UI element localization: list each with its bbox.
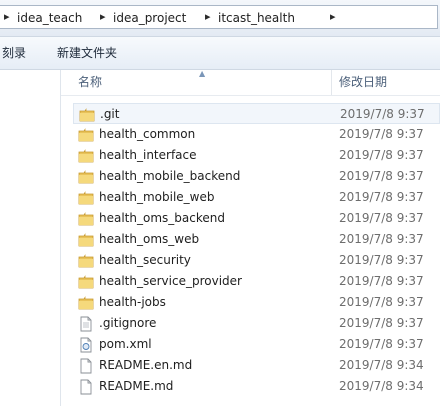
file-name: health_mobile_web [99,190,215,204]
file-date: 2019/7/8 9:34 [339,379,424,393]
breadcrumb[interactable]: ▸ idea_teach ▸ idea_project ▸ itcast_hea… [0,5,438,29]
file-row[interactable]: .gitignore 2019/7/8 9:37 [73,313,440,334]
address-bar: ▸ idea_teach ▸ idea_project ▸ itcast_hea… [0,0,440,37]
file-name: health_oms_web [99,232,200,246]
folder-icon [78,233,94,247]
file-name: README.en.md [99,358,193,372]
column-modified[interactable]: 修改日期 [339,74,387,90]
toolbar: 刻录 新建文件夹 [0,37,440,70]
file-date: 2019/7/8 9:37 [339,211,424,225]
file-name: health_oms_backend [99,211,225,225]
folder-icon [78,149,94,163]
chevron-right-icon[interactable]: ▸ [4,8,10,26]
chevron-right-icon[interactable]: ▸ [330,8,336,26]
sort-ascending-icon: ▲ [199,69,206,78]
file-name: README.md [99,379,174,393]
chevron-right-icon[interactable]: ▸ [100,8,106,26]
file-name: .git [100,107,120,121]
folder-icon [79,108,95,122]
file-row[interactable]: health_service_provider 2019/7/8 9:37 [73,271,440,292]
file-name: health_mobile_backend [99,169,241,183]
file-name: .gitignore [99,316,157,330]
file-row[interactable]: health_security 2019/7/8 9:37 [73,250,440,271]
file-name: health_security [99,253,191,267]
file-date: 2019/7/8 9:37 [339,274,424,288]
column-name[interactable]: 名称 [78,74,102,90]
file-row[interactable]: health_mobile_web 2019/7/8 9:37 [73,187,440,208]
folder-icon [78,296,94,310]
breadcrumb-item-idea-teach[interactable]: idea_teach [17,9,82,27]
file-row[interactable]: README.en.md 2019/7/8 9:34 [73,355,440,376]
file-name: health_service_provider [99,274,242,288]
folder-icon [78,128,94,142]
column-divider[interactable] [331,70,332,95]
file-row[interactable]: health_common 2019/7/8 9:37 [73,124,440,145]
new-folder-button[interactable]: 新建文件夹 [57,44,117,62]
markdown-file-icon [80,358,92,374]
file-row[interactable]: health_oms_backend 2019/7/8 9:37 [73,208,440,229]
file-date: 2019/7/8 9:34 [339,358,424,372]
folder-icon [78,191,94,205]
markdown-file-icon [80,379,92,395]
file-date: 2019/7/8 9:37 [339,148,424,162]
file-row[interactable]: health_oms_web 2019/7/8 9:37 [73,229,440,250]
file-name: health_interface [99,148,197,162]
file-row[interactable]: health-jobs 2019/7/8 9:37 [73,292,440,313]
breadcrumb-item-idea-project[interactable]: idea_project [113,9,186,27]
file-date: 2019/7/8 9:37 [339,127,424,141]
file-date: 2019/7/8 9:37 [339,169,424,183]
file-date: 2019/7/8 9:37 [339,190,424,204]
file-date: 2019/7/8 9:37 [339,232,424,246]
file-date: 2019/7/8 9:37 [340,107,425,121]
file-row[interactable]: pom.xml 2019/7/8 9:37 [73,334,440,355]
folder-icon [78,275,94,289]
file-row[interactable]: health_mobile_backend 2019/7/8 9:37 [73,166,440,187]
file-row[interactable]: README.md 2019/7/8 9:34 [73,376,440,397]
file-row[interactable]: health_interface 2019/7/8 9:37 [73,145,440,166]
file-name: health_common [99,127,196,141]
xml-file-icon [80,337,92,353]
folder-icon [78,212,94,226]
file-date: 2019/7/8 9:37 [339,337,424,351]
folder-icon [78,170,94,184]
burn-button[interactable]: 刻录 [2,44,26,62]
file-row[interactable]: .git 2019/7/8 9:37 [73,103,440,124]
file-date: 2019/7/8 9:37 [339,316,424,330]
file-name: pom.xml [99,337,152,351]
chevron-right-icon[interactable]: ▸ [205,8,211,26]
file-name: health-jobs [99,295,166,309]
file-date: 2019/7/8 9:37 [339,295,424,309]
navigation-pane[interactable] [0,70,61,406]
text-file-icon [80,316,92,332]
file-date: 2019/7/8 9:37 [339,253,424,267]
column-header: ▲ 名称 修改日期 [61,69,440,96]
folder-icon [78,254,94,268]
breadcrumb-item-itcast-health[interactable]: itcast_health [218,9,295,27]
